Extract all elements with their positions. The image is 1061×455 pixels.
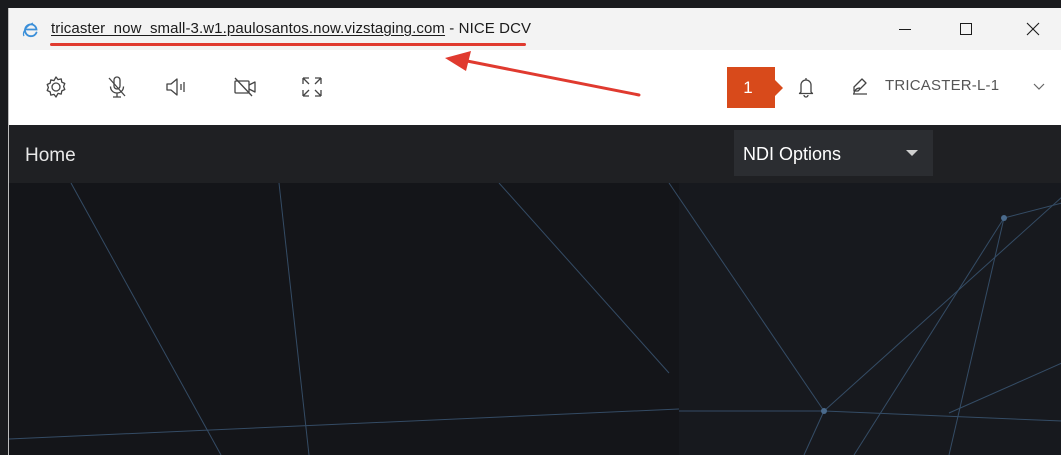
notification-badge-pointer [775,80,783,96]
minimize-button[interactable] [880,8,930,50]
minimize-icon [899,29,911,30]
notification-count-badge[interactable]: 1 [727,67,775,108]
speaker-icon[interactable] [163,74,189,100]
maximize-button[interactable] [941,8,991,50]
caret-down-icon [906,150,918,156]
close-button[interactable] [1008,8,1058,50]
dcv-toolbar: 1 TRICASTER-L-1 [9,50,1061,125]
close-icon [1026,22,1040,36]
ndi-options-select[interactable]: NDI Options [734,130,933,176]
window-title-app: NICE DCV [458,20,532,37]
window-title-host: tricaster_now_small-3.w1.paulosantos.now… [51,20,446,37]
gear-icon[interactable] [43,74,69,100]
page-title[interactable]: Home [25,145,76,167]
maximize-icon [960,23,972,35]
remote-desktop-view[interactable]: Home NDI Options [9,125,1061,455]
red-underline-annotation [50,43,526,46]
network-node [1001,215,1007,221]
bell-icon[interactable] [793,74,819,100]
title-bar: tricaster_now_small-3.w1.paulosantos.now… [9,8,1061,50]
microphone-muted-icon[interactable] [104,74,130,100]
window-title-separator: - [445,20,459,37]
ndi-options-value: NDI Options [743,144,842,164]
background-network-art [9,183,1061,455]
network-node [821,408,827,414]
dcv-window: tricaster_now_small-3.w1.paulosantos.now… [8,8,1061,455]
fullscreen-icon[interactable] [299,74,325,100]
user-name[interactable]: TRICASTER-L-1 [885,77,999,94]
chevron-down-icon[interactable] [1031,78,1047,94]
app-header: Home NDI Options [9,125,1061,183]
window-title: tricaster_now_small-3.w1.paulosantos.now… [51,20,531,37]
camera-off-icon[interactable] [232,74,258,100]
browser-e-icon [21,20,41,40]
user-edit-icon[interactable] [847,74,873,100]
